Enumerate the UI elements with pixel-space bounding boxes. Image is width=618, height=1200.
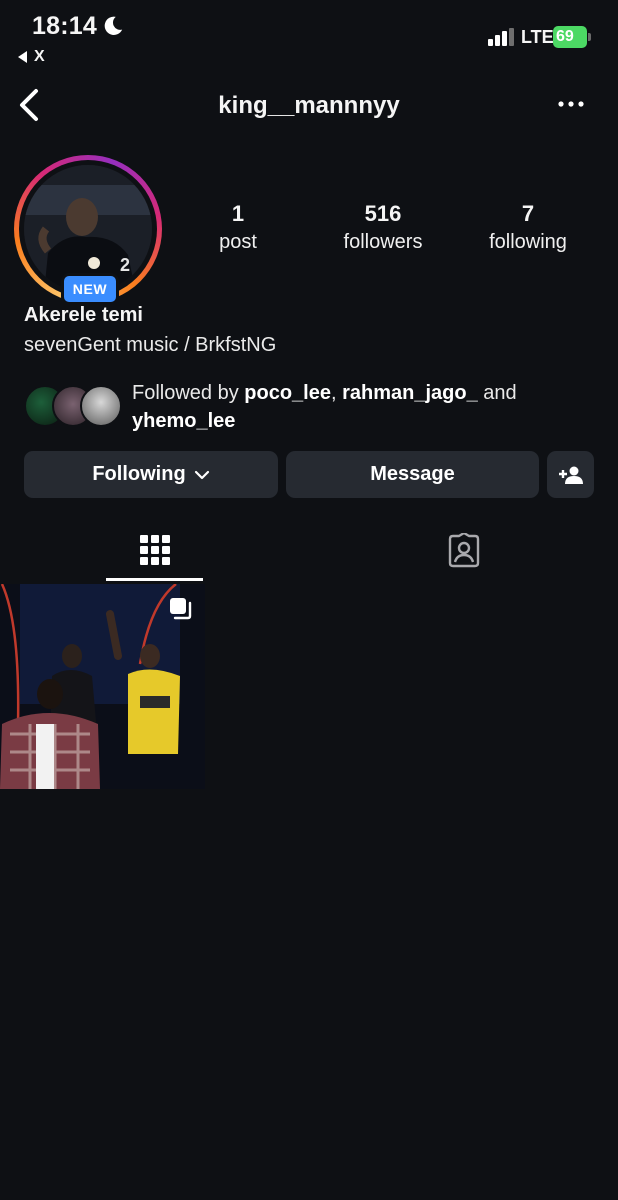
followers-stat[interactable]: 516 followers <box>318 200 448 256</box>
followed-by-sep: , <box>330 382 343 404</box>
display-name: Akerele temi <box>24 304 143 326</box>
mutual-user-2[interactable]: rahman_jago_ <box>342 382 478 404</box>
followed-by-and: and <box>477 382 517 404</box>
followed-by-text[interactable]: Followed by poco_lee, rahman_jago_ and y… <box>132 379 592 435</box>
battery-level: 69 <box>556 28 574 45</box>
moon-icon <box>104 16 123 35</box>
following-count: 7 <box>521 201 535 226</box>
message-button-label: Message <box>370 463 455 485</box>
bio-text: sevenGent music / BrkfstNG <box>24 334 277 356</box>
back-to-app-link[interactable]: X <box>18 48 45 66</box>
back-app-label: X <box>34 48 45 65</box>
chevron-down-icon <box>194 470 209 479</box>
posts-stat[interactable]: 1 post <box>173 200 303 256</box>
battery-icon: 69 <box>553 26 593 48</box>
followers-count: 516 <box>364 201 402 226</box>
posts-count: 1 <box>231 201 245 226</box>
profile-username: king__mannnyy <box>218 92 400 119</box>
back-triangle-icon <box>18 51 27 63</box>
following-button-label: Following <box>92 463 186 485</box>
grid-icon[interactable] <box>138 533 172 567</box>
message-button[interactable]: Message <box>286 451 539 498</box>
tagged-icon[interactable] <box>446 533 482 569</box>
mutual-user-3[interactable]: yhemo_lee <box>132 410 235 432</box>
posts-label: post <box>219 231 257 253</box>
add-person-icon <box>558 466 583 484</box>
suggested-users-button[interactable] <box>547 451 594 498</box>
multiple-photos-icon <box>170 598 192 620</box>
cellular-signal-icon <box>488 28 514 46</box>
mutual-user-1[interactable]: poco_lee <box>244 382 331 404</box>
status-time: 18:14 <box>32 12 97 40</box>
network-type: LTE <box>521 27 554 47</box>
followed-by-prefix: Followed by <box>132 382 245 404</box>
mutual-avatar-3[interactable] <box>80 385 122 427</box>
active-tab-indicator <box>106 578 203 581</box>
svg-text:2: 2 <box>120 255 130 275</box>
following-label: following <box>489 231 567 253</box>
followers-label: followers <box>343 231 423 253</box>
new-badge: NEW <box>61 273 119 305</box>
more-options-icon[interactable] <box>556 94 586 114</box>
following-stat[interactable]: 7 following <box>463 200 593 256</box>
following-button[interactable]: Following <box>24 451 278 498</box>
